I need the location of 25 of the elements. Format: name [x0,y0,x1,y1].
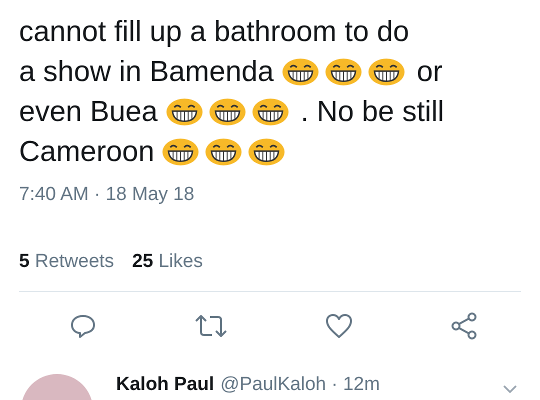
user-name[interactable]: Kaloh Paul [116,374,214,396]
tweet-text: even Buea [19,96,158,128]
reply-icon[interactable] [69,312,97,340]
stat-link[interactable]: 25 Likes [132,251,203,273]
laughing-face-icon [282,58,319,86]
chevron-down-icon[interactable] [502,384,518,394]
laughing-face-icon [248,138,286,166]
laughing-face-icon [368,58,405,86]
heart-icon[interactable] [325,312,353,340]
user-handle: @PaulKaloh · 12m [220,374,380,396]
tweet-text: cannot fill up a bathroom to do [19,16,410,48]
retweet-icon[interactable] [194,312,228,340]
laughing-face-icon [205,138,242,166]
laughing-face-icon [252,98,289,126]
share-icon[interactable] [450,312,478,340]
tweet-text: . No be still [300,96,444,128]
tweet-text: Cameroon [19,136,154,168]
tweet-text: a show in Bamenda [19,56,274,88]
stat-link[interactable]: 5 Retweets [19,251,114,273]
tweet-text: or [416,56,443,88]
laughing-face-icon [208,98,246,126]
laughing-face-icon [162,138,200,166]
tweet-timestamp: 7:40 AM · 18 May 18 [19,184,196,206]
laughing-face-icon [324,58,362,86]
laughing-face-icon [166,98,203,126]
